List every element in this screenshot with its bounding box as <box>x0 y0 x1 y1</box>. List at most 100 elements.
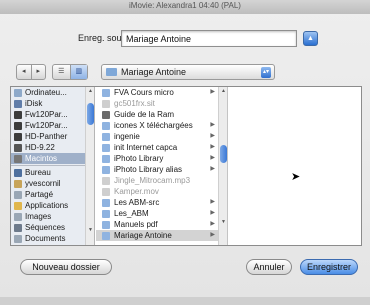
disclosure-arrow-icon: ▶ <box>210 155 215 161</box>
file-list-item[interactable]: init Internet capca ▶ <box>96 142 227 153</box>
forward-button[interactable]: ▸ <box>30 65 46 79</box>
sidebar-item[interactable]: Macintos <box>11 153 94 164</box>
file-list-item[interactable]: Manuels pdf ▶ <box>96 219 227 230</box>
movies-folder-icon <box>14 224 22 232</box>
file-list-item[interactable]: gc501frx.sit <box>96 98 227 109</box>
file-list-item[interactable]: Jingle_Mitrocam.mp3 <box>96 175 227 186</box>
file-list-item[interactable]: iPhoto Library alias ▶ <box>96 164 227 175</box>
save-button[interactable]: Enregistrer <box>300 259 358 275</box>
file-list-item[interactable]: Les_ABM ▶ <box>96 208 227 219</box>
sidebar-item[interactable]: Applications <box>11 200 94 211</box>
drive-icon <box>14 144 22 152</box>
folder-icon <box>102 122 110 130</box>
sidebar-item[interactable]: Musique <box>11 244 94 245</box>
file-list-item[interactable]: Les ABM-src ▶ <box>96 197 227 208</box>
mouse-pointer-icon: ➤ <box>291 171 301 183</box>
file-name: Les_ABM <box>114 209 149 218</box>
location-popup[interactable]: Mariage Antoine ▴▾ <box>101 64 275 80</box>
disclosure-arrow-icon: ▶ <box>210 122 215 128</box>
home-icon <box>14 180 22 188</box>
documents-folder-icon <box>14 235 22 243</box>
sidebar-item[interactable]: Séquences <box>11 222 94 233</box>
file-scroll-thumb[interactable] <box>220 145 227 163</box>
file-list-item[interactable]: Mariage Antoine ▶ <box>96 230 227 241</box>
scroll-down-arrow-icon[interactable]: ▼ <box>219 219 227 225</box>
file-name: Guide de la Ram <box>114 110 175 119</box>
file-name: Les ABM-src <box>114 198 160 207</box>
file-name: icones X téléchargées <box>114 121 193 130</box>
file-list-item[interactable]: Guide de la Ram <box>96 109 227 120</box>
sidebar-item[interactable]: HD-9.22 <box>11 142 94 153</box>
save-as-row: Enreg. sous : ▲ <box>0 28 370 50</box>
desktop-icon <box>14 169 22 177</box>
folder-icon <box>102 210 110 218</box>
column-view-icon[interactable]: ▥ <box>69 65 87 79</box>
applications-icon <box>14 202 22 210</box>
view-switcher: ☰ ▥ <box>52 64 88 80</box>
file-list-item[interactable]: iPhoto Library ▶ <box>96 153 227 164</box>
scroll-up-arrow-icon[interactable]: ▲ <box>86 88 94 94</box>
movie-file-icon <box>102 188 110 196</box>
new-folder-button[interactable]: Nouveau dossier <box>20 259 112 275</box>
browser-toolbar: ◂ ▸ ☰ ▥ Mariage Antoine ▴▾ <box>0 64 370 82</box>
sidebar-item-label: Documents <box>25 234 66 243</box>
file-name: init Internet capca <box>114 143 178 152</box>
file-list-item[interactable]: Kamper.mov <box>96 186 227 197</box>
file-name: Mariage Antoine <box>114 231 172 240</box>
folder-icon <box>102 155 110 163</box>
sidebar-item[interactable]: Partagé <box>11 189 94 200</box>
sidebar-item-label: Applications <box>25 201 69 210</box>
disclosure-arrow-icon: ▶ <box>210 232 215 238</box>
file-name: ingenie <box>114 132 140 141</box>
cancel-button[interactable]: Annuler <box>246 259 292 275</box>
file-name: iPhoto Library <box>114 154 164 163</box>
sidebar: Ordinateu... iDisk Fw120Par... Fw120Par... H… <box>11 87 95 245</box>
sidebar-item[interactable]: Documents <box>11 233 94 244</box>
folder-icon <box>102 144 110 152</box>
sidebar-scroll-thumb[interactable] <box>87 103 94 125</box>
file-list-item[interactable]: icones X téléchargées ▶ <box>96 120 227 131</box>
file-name: Jingle_Mitrocam.mp3 <box>114 176 191 185</box>
sidebar-item[interactable]: yvescornil <box>11 178 94 189</box>
back-button[interactable]: ◂ <box>17 65 31 79</box>
disclosure-arrow-icon: ▶ <box>210 89 215 95</box>
preview-column[interactable] <box>229 87 361 245</box>
sidebar-item-label: Fw120Par... <box>25 121 68 130</box>
file-name: Kamper.mov <box>114 187 159 196</box>
file-name: iPhoto Library alias <box>114 165 183 174</box>
folder-icon <box>102 133 110 141</box>
sidebar-item[interactable]: Images <box>11 211 94 222</box>
drive-icon <box>14 133 22 141</box>
sidebar-item[interactable]: Ordinateu... <box>11 87 94 98</box>
drive-icon <box>14 122 22 130</box>
list-view-icon[interactable]: ☰ <box>53 65 70 79</box>
disclosure-arrow-icon: ▶ <box>210 166 215 172</box>
disclosure-up-icon[interactable]: ▲ <box>303 31 318 46</box>
pictures-folder-icon <box>14 213 22 221</box>
file-column-scrollbar[interactable]: ▲ ▼ <box>218 87 227 245</box>
sidebar-item[interactable]: Fw120Par... <box>11 109 94 120</box>
scroll-up-arrow-icon[interactable]: ▲ <box>219 88 227 94</box>
sidebar-item-label: Séquences <box>25 223 66 232</box>
document-icon <box>102 111 110 119</box>
file-browser: Ordinateu... iDisk Fw120Par... Fw120Par... H… <box>10 86 362 246</box>
window-bottom-edge <box>0 297 370 305</box>
file-list-item[interactable]: FVA Cours micro ▶ <box>96 87 227 98</box>
sidebar-item[interactable]: Bureau <box>11 167 94 178</box>
sidebar-item[interactable]: iDisk <box>11 98 94 109</box>
location-label: Mariage Antoine <box>121 67 187 77</box>
sidebar-item[interactable]: HD-Panther <box>11 131 94 142</box>
sidebar-item[interactable]: Fw120Par... <box>11 120 94 131</box>
disclosure-arrow-icon: ▶ <box>210 210 215 216</box>
sidebar-scrollbar[interactable]: ▲ ▼ <box>85 87 94 245</box>
history-nav: ◂ ▸ <box>16 64 46 80</box>
save-as-input[interactable] <box>121 30 297 47</box>
computer-icon <box>14 89 22 97</box>
sidebar-item-label: Fw120Par... <box>25 110 68 119</box>
scroll-down-arrow-icon[interactable]: ▼ <box>86 227 94 233</box>
window-title: iMovie: Alexandra1 04:40 (PAL) <box>0 0 370 14</box>
sidebar-item-label: yvescornil <box>25 179 61 188</box>
file-list-item[interactable]: ingenie ▶ <box>96 131 227 142</box>
file-name: FVA Cours micro <box>114 88 174 97</box>
disclosure-arrow-icon: ▶ <box>210 221 215 227</box>
